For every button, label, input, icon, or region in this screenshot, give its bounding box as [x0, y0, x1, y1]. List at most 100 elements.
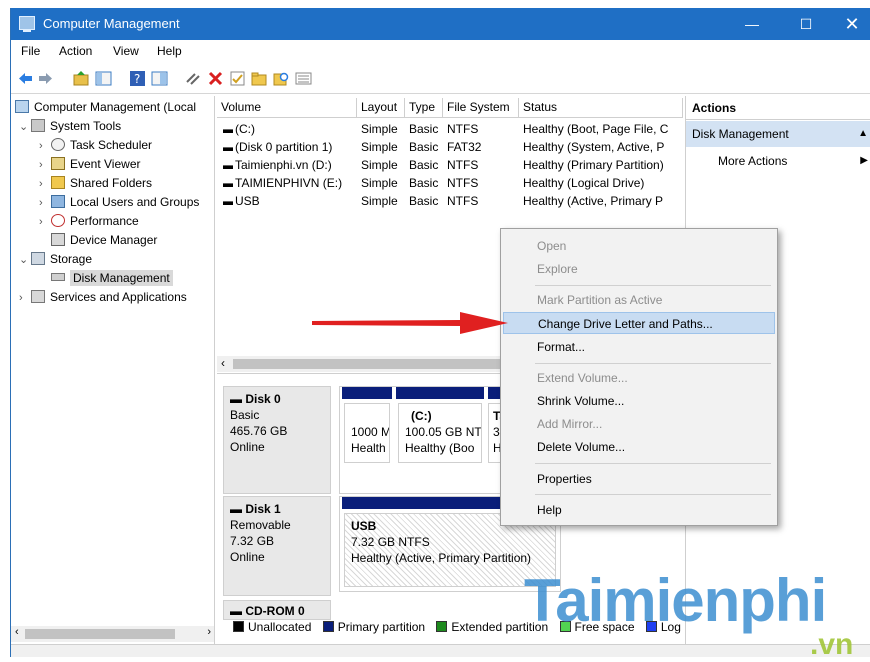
chevron-right-icon[interactable]: ›: [39, 213, 51, 231]
tree-item-computer-management[interactable]: Computer Management (Local: [15, 98, 196, 116]
volume-name: (C:): [235, 122, 255, 136]
up-folder-icon[interactable]: [73, 70, 90, 87]
menu-view[interactable]: View: [113, 44, 139, 58]
partition-disk0-1[interactable]: 1000 M Health: [344, 403, 390, 463]
partition-disk0-c[interactable]: (C:) 100.05 GB NT Healthy (Boo: [398, 403, 482, 463]
check-icon[interactable]: [229, 70, 246, 87]
volume-type: Basic: [409, 122, 439, 136]
chevron-right-icon[interactable]: ›: [39, 175, 51, 193]
partition-status: Healthy (Active, Primary Partition): [351, 551, 532, 565]
context-menu: Open Explore Mark Partition as Active Ch…: [500, 228, 778, 526]
column-header-layout[interactable]: Layout: [357, 98, 405, 118]
menu-separator: [535, 285, 771, 286]
disk-1-size: 7.32 GB: [230, 534, 275, 548]
menu-item-explore[interactable]: Explore: [503, 258, 775, 280]
menu-help[interactable]: Help: [157, 44, 182, 58]
tree-horizontal-scrollbar[interactable]: ‹ ›: [11, 626, 214, 642]
show-hide-tree-icon[interactable]: [95, 70, 112, 87]
tree-item-shared-folders[interactable]: › Shared Folders: [39, 174, 152, 192]
scrollbar-thumb[interactable]: [233, 359, 503, 369]
volume-name: TAIMIENPHIVN (E:): [235, 176, 343, 190]
actions-header: Actions: [686, 96, 870, 120]
scrollbar-thumb[interactable]: [25, 629, 175, 639]
tree-item-device-manager[interactable]: Device Manager: [51, 231, 157, 249]
actions-section-disk-management[interactable]: Disk Management ▲: [686, 121, 870, 147]
column-header-file-system[interactable]: File System: [443, 98, 519, 118]
chevron-down-icon[interactable]: ⌄: [19, 251, 31, 269]
menu-item-change-drive-letter[interactable]: Change Drive Letter and Paths...: [503, 312, 775, 334]
menu-item-extend-volume[interactable]: Extend Volume...: [503, 367, 775, 389]
menu-action[interactable]: Action: [59, 44, 92, 58]
scroll-right-icon[interactable]: ›: [207, 626, 211, 638]
disk-1-status: Online: [230, 550, 265, 564]
menu-item-mark-active[interactable]: Mark Partition as Active: [503, 289, 775, 311]
disk-1-label[interactable]: ▬ Disk 1 Removable 7.32 GB Online: [223, 496, 331, 596]
more-actions-item[interactable]: More Actions ▶: [686, 150, 870, 172]
console-tree: Computer Management (Local ⌄ System Tools…: [11, 96, 215, 644]
disk-1-name-text: Disk 1: [245, 502, 281, 516]
tree-item-storage[interactable]: ⌄ Storage: [19, 250, 92, 268]
menu-item-open[interactable]: Open: [503, 235, 775, 257]
tree-item-performance[interactable]: › Performance: [39, 212, 139, 230]
disk-0-label[interactable]: ▬ Disk 0 Basic 465.76 GB Online: [223, 386, 331, 494]
chevron-right-icon: ▶: [860, 155, 868, 166]
disk-0-name-text: Disk 0: [245, 392, 281, 406]
services-icon: [31, 290, 45, 303]
chevron-right-icon[interactable]: ›: [19, 289, 31, 307]
delete-icon[interactable]: [207, 70, 224, 87]
volume-name: Taimienphi.vn (D:): [235, 158, 332, 172]
menu-item-delete-volume[interactable]: Delete Volume...: [503, 436, 775, 458]
computer-management-icon: [19, 16, 35, 32]
cdrom-0-name-text: CD-ROM 0: [245, 604, 305, 618]
chevron-right-icon[interactable]: ›: [39, 194, 51, 212]
column-header-status[interactable]: Status: [519, 98, 683, 118]
event-viewer-icon: [51, 157, 65, 170]
tree-item-task-scheduler[interactable]: › Task Scheduler: [39, 136, 152, 154]
tree-item-services[interactable]: › Services and Applications: [19, 288, 187, 306]
menu-item-properties[interactable]: Properties: [503, 468, 775, 490]
menu-item-help[interactable]: Help: [503, 499, 775, 521]
connect-icon[interactable]: [185, 70, 202, 87]
list-icon[interactable]: [295, 70, 312, 87]
toolbar: ?: [11, 64, 870, 94]
volume-file-system: FAT32: [447, 140, 482, 154]
menu-file[interactable]: File: [21, 44, 40, 58]
help-icon[interactable]: ?: [129, 70, 146, 87]
maximize-button[interactable]: ☐: [783, 8, 829, 40]
volume-layout: Simple: [361, 122, 398, 136]
partition-size: 100.05 GB NT: [405, 425, 482, 439]
volume-layout: Simple: [361, 176, 398, 190]
cd-icon: ▬: [230, 604, 246, 618]
minimize-button[interactable]: —: [729, 8, 775, 40]
legend-label: Unallocated: [248, 620, 312, 634]
menu-item-add-mirror[interactable]: Add Mirror...: [503, 413, 775, 435]
menu-item-format[interactable]: Format...: [503, 336, 775, 358]
scroll-left-icon[interactable]: ‹: [221, 356, 225, 370]
chevron-down-icon[interactable]: ⌄: [19, 118, 31, 136]
legend-swatch: [322, 621, 334, 632]
back-icon[interactable]: [17, 70, 34, 87]
cdrom-0-label[interactable]: ▬ CD-ROM 0: [223, 600, 331, 620]
tree-item-local-users[interactable]: › Local Users and Groups: [39, 193, 199, 211]
close-button[interactable]: ✕: [829, 8, 870, 40]
collapse-up-icon[interactable]: ▲: [858, 121, 868, 147]
column-header-type[interactable]: Type: [405, 98, 443, 118]
partition-size: 1000 M: [351, 425, 390, 439]
tree-item-event-viewer[interactable]: › Event Viewer: [39, 155, 140, 173]
column-header-volume[interactable]: Volume: [217, 98, 357, 118]
chevron-right-icon[interactable]: ›: [39, 156, 51, 174]
tree-item-disk-management[interactable]: Disk Management: [51, 269, 173, 287]
search-icon[interactable]: [273, 70, 290, 87]
properties-icon[interactable]: [151, 70, 168, 87]
scroll-left-icon[interactable]: ‹: [15, 626, 19, 638]
forward-icon[interactable]: [37, 70, 54, 87]
tree-item-system-tools[interactable]: ⌄ System Tools: [19, 117, 121, 135]
folder-icon[interactable]: [251, 70, 268, 87]
legend-label: Primary partition: [337, 620, 426, 634]
chevron-right-icon[interactable]: ›: [39, 137, 51, 155]
volume-name: USB: [235, 194, 260, 208]
menu-item-shrink-volume[interactable]: Shrink Volume...: [503, 390, 775, 412]
volume-file-system: NTFS: [447, 122, 479, 136]
legend-item: Unallocated: [233, 620, 311, 634]
volume-status: Healthy (Logical Drive): [523, 176, 645, 190]
